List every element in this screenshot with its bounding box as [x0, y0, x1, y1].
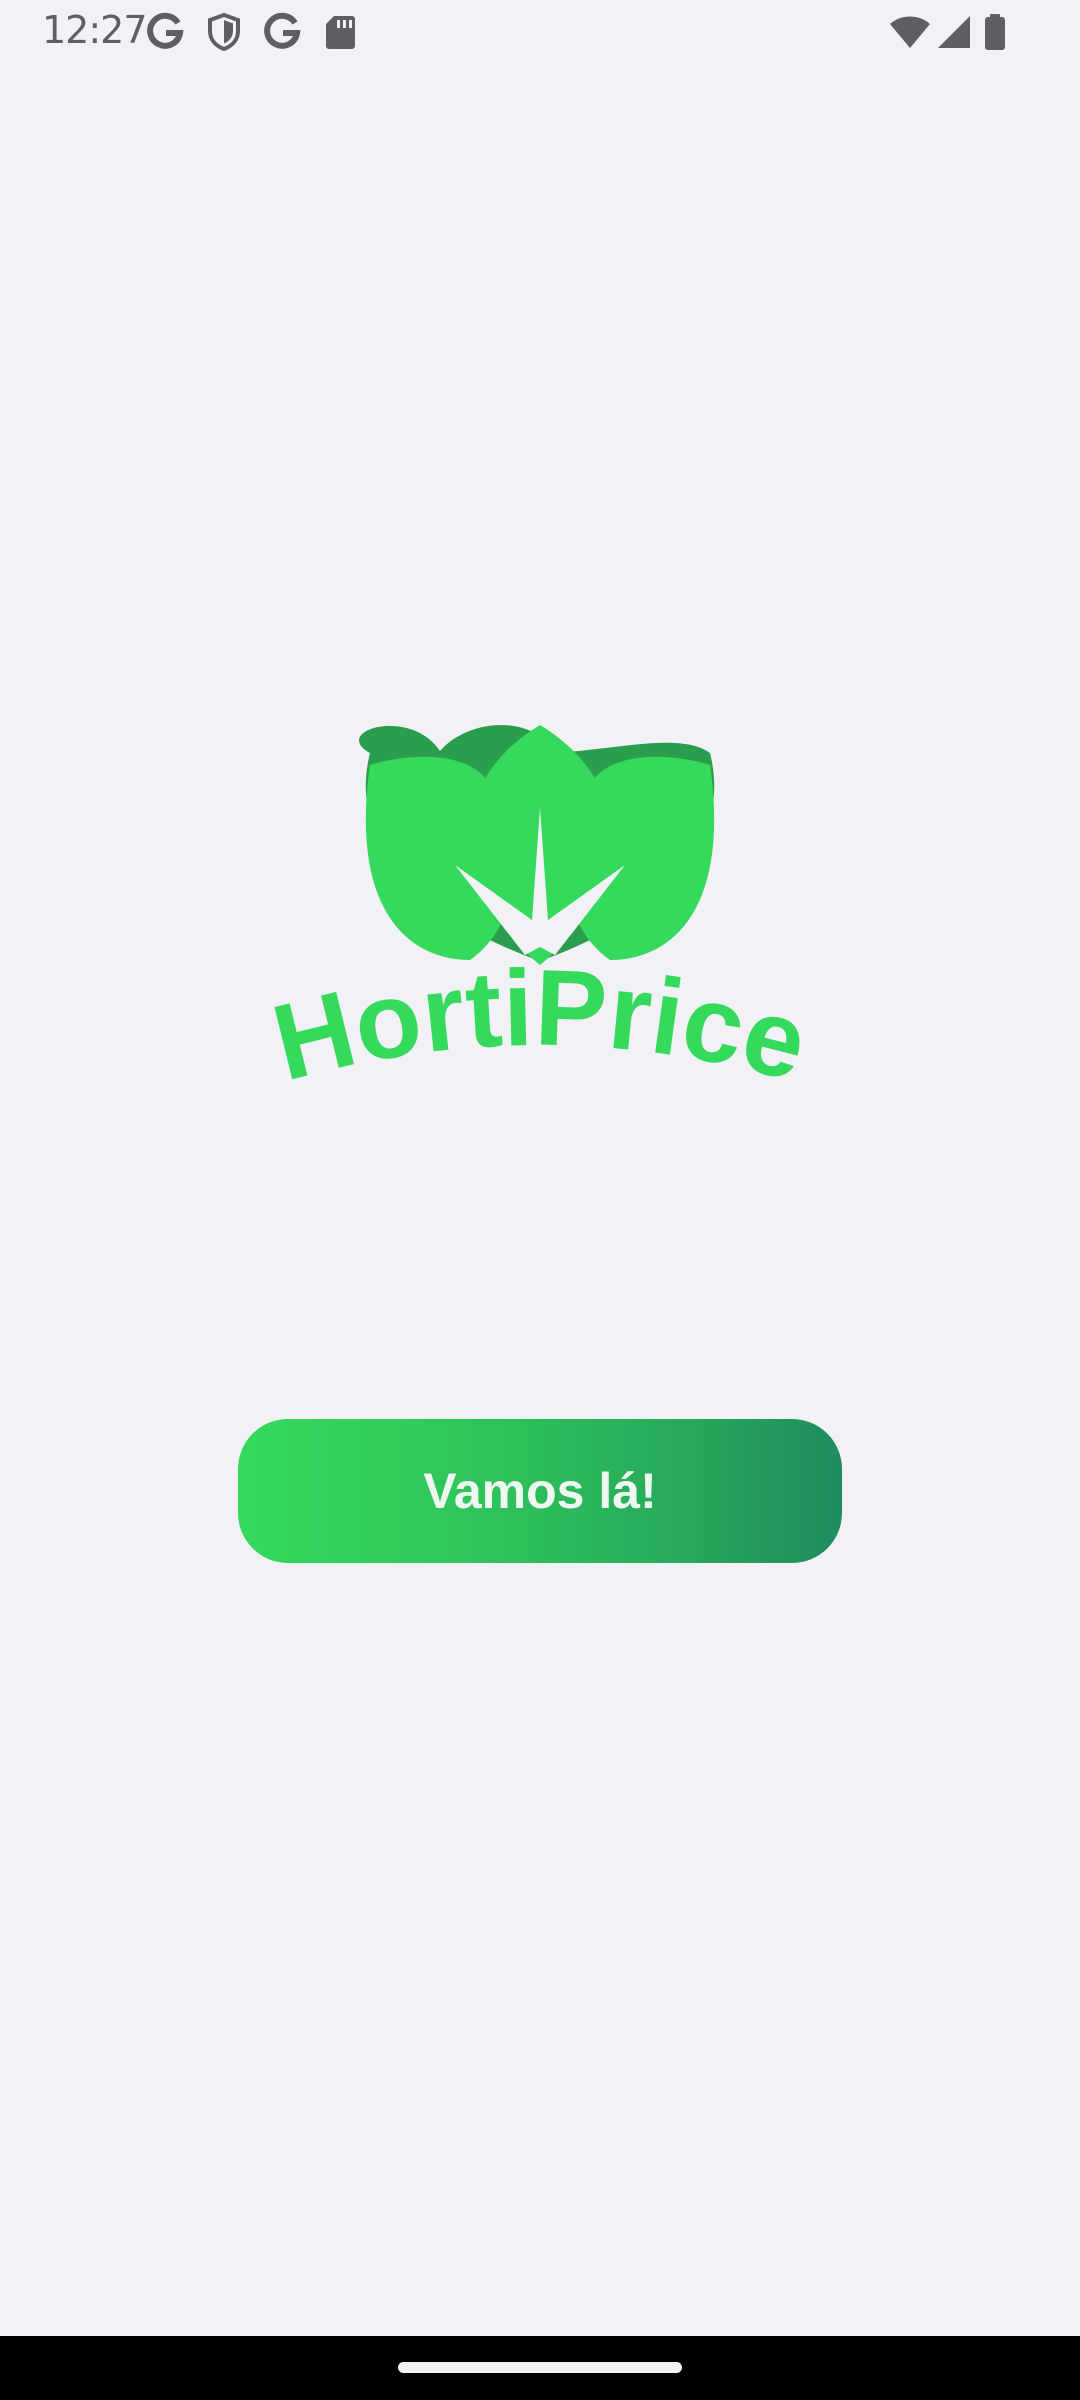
leaves-icon — [359, 724, 715, 965]
google-icon — [145, 12, 185, 52]
logo-text: HortiPrice — [262, 946, 819, 1103]
cell-signal-icon — [934, 12, 974, 52]
navigation-bar — [0, 2336, 1080, 2400]
start-button[interactable]: Vamos lá! — [238, 1419, 842, 1563]
status-bar: 12:27 — [0, 0, 1080, 64]
start-button-label: Vamos lá! — [423, 1463, 657, 1519]
app-logo: HortiPrice — [210, 715, 870, 1115]
vpn-shield-icon — [204, 12, 244, 52]
battery-icon — [982, 12, 1008, 52]
home-gesture-handle[interactable] — [398, 2362, 682, 2373]
wifi-icon — [888, 12, 932, 52]
sd-card-icon — [320, 12, 360, 52]
status-time: 12:27 — [42, 8, 148, 52]
google-icon — [262, 12, 302, 52]
